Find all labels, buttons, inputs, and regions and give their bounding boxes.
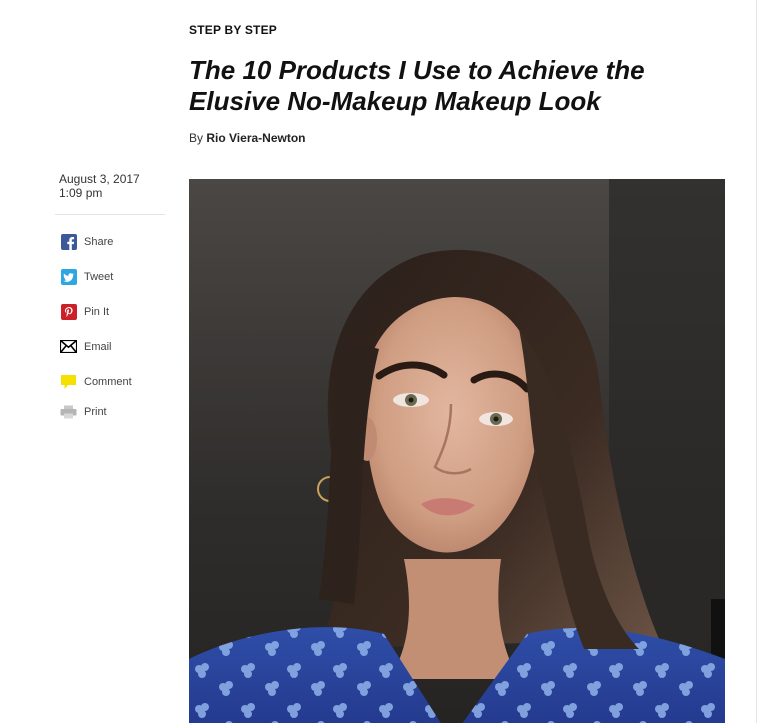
publish-time: 1:09 pm [59,186,103,200]
byline-prefix: By [189,131,204,145]
sidebar-divider [55,214,165,215]
right-divider [756,0,757,723]
publish-date: August 3, 2017 [59,172,140,186]
facebook-icon [60,233,77,250]
comment-button[interactable]: Comment [60,364,132,399]
hero-portrait-photo [189,179,725,723]
article-rubric[interactable]: STEP BY STEP [189,23,277,37]
share-pinterest-label: Pin It [84,305,110,318]
portrait-illustration [189,179,725,723]
article-byline: By Rio Viera-Newton [189,131,306,145]
print-button[interactable]: Print [60,397,132,427]
share-tools: Share Tweet Pin It Email Comment Print [60,224,132,427]
pinterest-icon [60,303,77,320]
article-headline: The 10 Products I Use to Achieve the Elu… [189,55,645,116]
publish-timestamp: August 3, 2017 1:09 pm [59,172,140,200]
print-label: Print [84,406,107,418]
comment-bubble-icon [60,373,77,390]
share-pinterest-button[interactable]: Pin It [60,294,132,329]
comment-label: Comment [84,375,132,388]
twitter-icon [60,268,77,285]
printer-icon [60,404,77,421]
share-facebook-button[interactable]: Share [60,224,132,259]
share-twitter-label: Tweet [84,270,114,283]
share-email-button[interactable]: Email [60,329,132,364]
author-link[interactable]: Rio Viera-Newton [206,131,305,145]
share-email-label: Email [84,340,112,353]
envelope-icon [60,338,77,355]
share-twitter-button[interactable]: Tweet [60,259,132,294]
article-page: STEP BY STEP The 10 Products I Use to Ac… [0,0,771,723]
share-facebook-label: Share [84,235,114,248]
